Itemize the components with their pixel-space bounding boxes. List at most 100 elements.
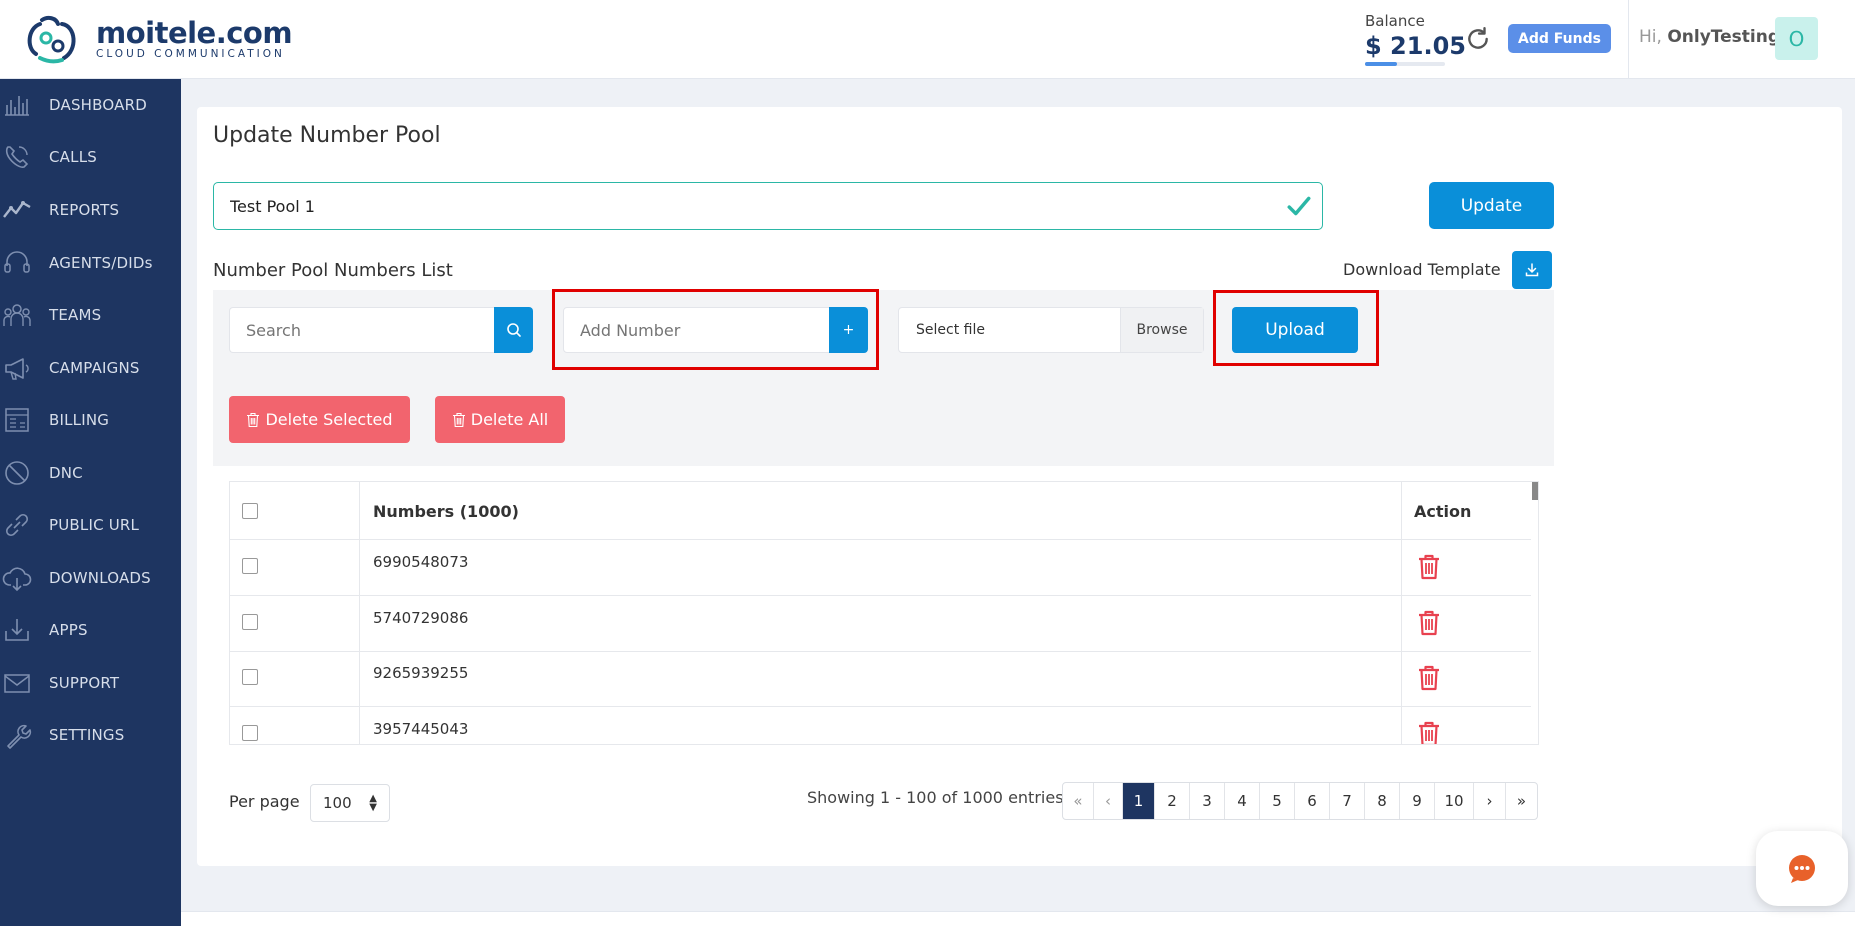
sidebar-item-settings[interactable]: SETTINGS (0, 713, 181, 757)
add-number-button[interactable]: + (829, 307, 868, 353)
per-page-select[interactable]: 100 ▲ ▼ (310, 784, 390, 822)
sidebar-item-label: SUPPORT (49, 674, 120, 692)
sidebar-item-label: PUBLIC URL (49, 516, 140, 534)
sidebar-item-label: BILLING (49, 411, 110, 429)
delete-selected-button[interactable]: Delete Selected (229, 396, 410, 443)
select-all-checkbox[interactable] (242, 503, 258, 519)
brand-name: moitele.com (96, 16, 293, 50)
file-picker[interactable]: Select file Browse (898, 307, 1204, 353)
table-row: 3957445043 (230, 707, 1531, 746)
balance-label: Balance (1365, 12, 1425, 30)
delete-selected-label: Delete Selected (265, 410, 393, 429)
reports-icon (3, 201, 31, 218)
sidebar-item-label: TEAMS (49, 306, 102, 324)
page-2-button[interactable]: 2 (1155, 783, 1190, 819)
top-header: moitele.com CLOUD COMMUNICATION Balance … (0, 0, 1855, 79)
sidebar: DASHBOARD CALLS REPORTS AGENTS/DIDs TEAMS CAM… (0, 79, 181, 926)
refresh-icon[interactable] (1465, 26, 1491, 52)
sidebar-item-label: SETTINGS (49, 726, 125, 744)
page-4-button[interactable]: 4 (1225, 783, 1260, 819)
chat-widget-button[interactable] (1756, 831, 1848, 906)
sidebar-item-reports[interactable]: REPORTS (0, 188, 181, 232)
last-page-button[interactable]: » (1506, 783, 1537, 819)
table-scrollbar[interactable] (1532, 482, 1538, 500)
sidebar-item-label: CAMPAIGNS (49, 359, 140, 377)
sidebar-item-dnc[interactable]: DNC (0, 451, 181, 495)
sidebar-item-dashboard[interactable]: DASHBOARD (0, 83, 181, 127)
avatar[interactable]: O (1775, 17, 1818, 60)
upload-button[interactable]: Upload (1232, 307, 1358, 353)
apps-download-icon (5, 619, 29, 641)
download-template-label: Download Template (1343, 260, 1501, 279)
delete-row-icon[interactable] (1417, 554, 1441, 580)
sidebar-item-agents-dids[interactable]: AGENTS/DIDs (0, 241, 181, 285)
chat-icon (1789, 854, 1815, 883)
mail-icon (4, 674, 30, 693)
sidebar-item-label: REPORTS (49, 201, 120, 219)
team-icon (3, 304, 31, 326)
table-row: 9265939255 (230, 651, 1531, 707)
headset-icon (4, 251, 30, 273)
sidebar-item-billing[interactable]: BILLING (0, 398, 181, 442)
logo-icon (27, 15, 76, 64)
per-page-label: Per page (229, 792, 300, 811)
sidebar-item-downloads[interactable]: DOWNLOADS (0, 556, 181, 600)
next-page-button[interactable]: › (1474, 783, 1506, 819)
sidebar-item-label: CALLS (49, 148, 97, 166)
search-input[interactable] (229, 307, 495, 353)
row-checkbox[interactable] (242, 724, 258, 741)
user-greeting[interactable]: Hi, OnlyTesting (1639, 27, 1780, 47)
file-picker-label: Select file (916, 322, 985, 338)
billing-icon (5, 408, 29, 432)
delete-row-icon[interactable] (1417, 721, 1441, 746)
check-icon (1287, 196, 1311, 216)
page-6-button[interactable]: 6 (1295, 783, 1330, 819)
search-button[interactable] (494, 307, 533, 353)
download-template-button[interactable] (1512, 251, 1552, 289)
page-3-button[interactable]: 3 (1190, 783, 1225, 819)
row-checkbox[interactable] (242, 669, 258, 685)
trash-icon (247, 412, 260, 427)
row-checkbox[interactable] (242, 613, 258, 630)
phone-number-cell: 5740729086 (373, 608, 469, 627)
block-icon (5, 461, 29, 485)
add-funds-button[interactable]: Add Funds (1508, 24, 1611, 53)
phone-number-cell: 3957445043 (373, 719, 469, 738)
delete-row-icon[interactable] (1417, 610, 1441, 636)
sidebar-item-campaigns[interactable]: CAMPAIGNS (0, 346, 181, 390)
first-page-button[interactable]: « (1063, 783, 1094, 819)
sidebar-item-calls[interactable]: CALLS (0, 135, 181, 179)
sidebar-item-label: DNC (49, 464, 83, 482)
page-5-button[interactable]: 5 (1260, 783, 1295, 819)
phone-number-cell: 9265939255 (373, 664, 469, 682)
delete-all-button[interactable]: Delete All (435, 396, 565, 443)
sidebar-item-public-url[interactable]: PUBLIC URL (0, 503, 181, 547)
phone-number-cell: 6990548073 (373, 553, 469, 571)
page-footer-bar (181, 911, 1855, 926)
brand-logo[interactable]: moitele.com CLOUD COMMUNICATION (22, 14, 293, 64)
page-8-button[interactable]: 8 (1365, 783, 1400, 819)
entries-summary: Showing 1 - 100 of 1000 entries (807, 788, 1064, 807)
download-icon (1525, 263, 1539, 277)
browse-button[interactable]: Browse (1120, 308, 1203, 352)
prev-page-button[interactable]: ‹ (1094, 783, 1123, 819)
table-row: 6990548073 (230, 540, 1531, 596)
sidebar-item-support[interactable]: SUPPORT (0, 661, 181, 705)
pool-name-input[interactable] (213, 182, 1323, 230)
balance-widget: Balance $ 21.05 (1365, 12, 1466, 66)
page-10-button[interactable]: 10 (1435, 783, 1474, 819)
megaphone-icon (5, 358, 29, 380)
delete-row-icon[interactable] (1417, 665, 1441, 691)
add-number-input[interactable] (563, 307, 830, 353)
balance-progress (1365, 62, 1445, 66)
table-row: 5740729086 (230, 596, 1531, 652)
pagination: «‹ 1 2 3 4 5 6 7 8 9 10 ›» (1062, 782, 1538, 820)
page-9-button[interactable]: 9 (1400, 783, 1435, 819)
sidebar-item-apps[interactable]: APPS (0, 608, 181, 652)
page-1-button[interactable]: 1 (1123, 783, 1155, 819)
update-button[interactable]: Update (1429, 182, 1554, 229)
sidebar-item-teams[interactable]: TEAMS (0, 293, 181, 337)
sidebar-item-label: APPS (49, 621, 88, 639)
row-checkbox[interactable] (242, 558, 258, 574)
page-7-button[interactable]: 7 (1330, 783, 1365, 819)
